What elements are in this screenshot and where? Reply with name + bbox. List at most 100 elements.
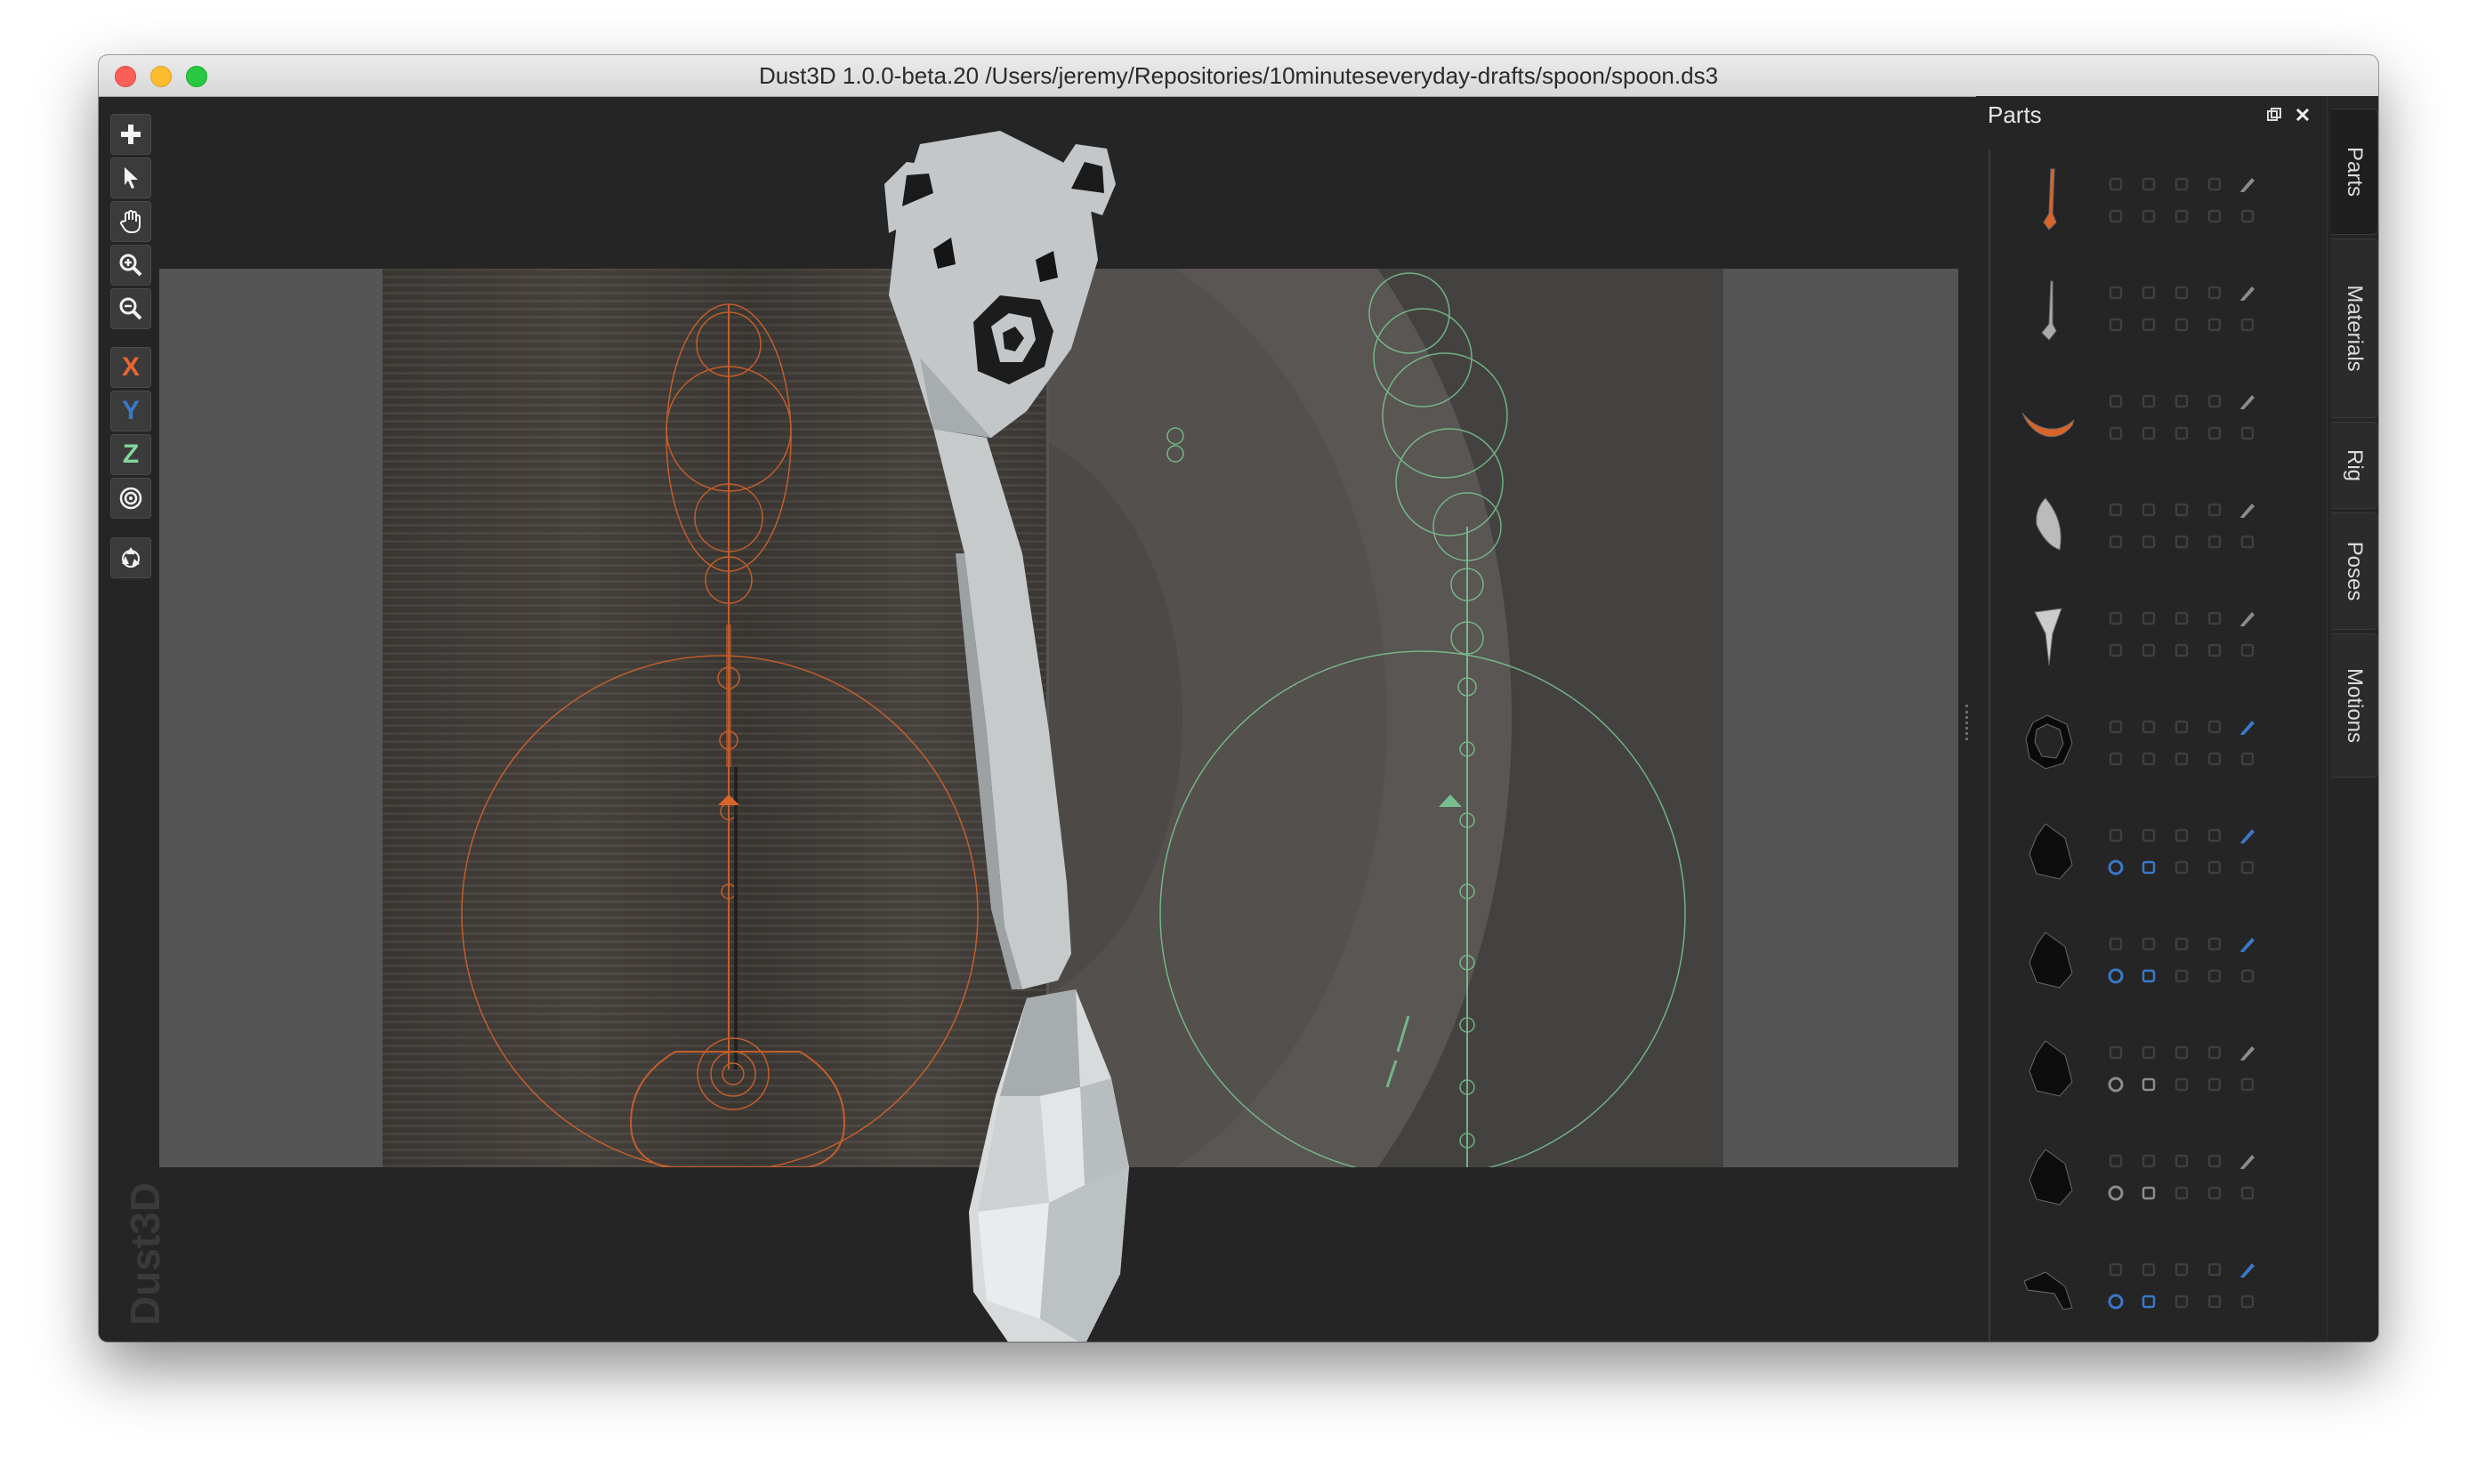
lock-icon[interactable] (2137, 1041, 2160, 1064)
radial-toggle[interactable] (110, 478, 151, 519)
link-icon[interactable] (2170, 1041, 2193, 1064)
xmirror-icon[interactable] (2170, 747, 2193, 770)
color-pen-icon[interactable] (2236, 607, 2259, 630)
rounded-icon[interactable] (2137, 313, 2160, 336)
pan-button[interactable] (110, 201, 151, 242)
lock-icon[interactable] (2137, 715, 2160, 738)
color-pen-icon[interactable] (2236, 498, 2259, 521)
part-thumbnail[interactable] (2010, 1028, 2085, 1103)
visible-icon[interactable] (2104, 281, 2127, 304)
chamfer-icon[interactable] (2203, 1290, 2226, 1313)
xmirror-icon[interactable] (2170, 205, 2193, 228)
visible-icon[interactable] (2104, 173, 2127, 196)
part-row[interactable] (1990, 151, 2320, 244)
part-thumbnail[interactable] (2010, 160, 2085, 235)
link-icon[interactable] (2170, 824, 2193, 847)
mesh-icon[interactable] (2203, 173, 2226, 196)
lock-icon[interactable] (2137, 1149, 2160, 1173)
part-row[interactable] (1990, 1237, 2320, 1329)
xmirror-icon[interactable] (2170, 1182, 2193, 1205)
visible-icon[interactable] (2104, 932, 2127, 956)
link-icon[interactable] (2170, 498, 2193, 521)
lock-icon[interactable] (2137, 824, 2160, 847)
deform-icon[interactable] (2236, 1290, 2259, 1313)
tab-rig[interactable]: Rig (2331, 422, 2378, 509)
color-pen-icon[interactable] (2236, 281, 2259, 304)
deform-icon[interactable] (2236, 1182, 2259, 1205)
rounded-icon[interactable] (2137, 1290, 2160, 1313)
link-icon[interactable] (2170, 173, 2193, 196)
subdivide-icon[interactable] (2104, 1073, 2127, 1096)
part-row[interactable] (1990, 477, 2320, 569)
rounded-icon[interactable] (2137, 1073, 2160, 1096)
regenerate-button[interactable] (110, 537, 151, 578)
rounded-icon[interactable] (2137, 639, 2160, 662)
visible-icon[interactable] (2104, 824, 2127, 847)
xmirror-icon[interactable] (2170, 530, 2193, 553)
subdivide-icon[interactable] (2104, 313, 2127, 336)
y-axis-toggle[interactable]: Y (110, 391, 151, 431)
z-axis-toggle[interactable]: Z (110, 434, 151, 475)
panel-splitter[interactable] (1965, 705, 1973, 740)
select-button[interactable] (110, 157, 151, 198)
mesh-icon[interactable] (2203, 824, 2226, 847)
chamfer-icon[interactable] (2203, 856, 2226, 879)
mesh-icon[interactable] (2203, 607, 2226, 630)
xmirror-icon[interactable] (2170, 639, 2193, 662)
deform-icon[interactable] (2236, 530, 2259, 553)
subdivide-icon[interactable] (2104, 964, 2127, 988)
rounded-icon[interactable] (2137, 422, 2160, 445)
subdivide-icon[interactable] (2104, 747, 2127, 770)
rounded-icon[interactable] (2137, 530, 2160, 553)
rounded-icon[interactable] (2137, 856, 2160, 879)
chamfer-icon[interactable] (2203, 1073, 2226, 1096)
lock-icon[interactable] (2137, 498, 2160, 521)
mesh-icon[interactable] (2203, 390, 2226, 413)
deform-icon[interactable] (2236, 422, 2259, 445)
lock-icon[interactable] (2137, 173, 2160, 196)
rounded-icon[interactable] (2137, 747, 2160, 770)
part-row[interactable] (1990, 260, 2320, 352)
subdivide-icon[interactable] (2104, 205, 2127, 228)
subdivide-icon[interactable] (2104, 422, 2127, 445)
zoom-out-button[interactable] (110, 288, 151, 329)
lock-icon[interactable] (2137, 607, 2160, 630)
color-pen-icon[interactable] (2236, 1041, 2259, 1064)
part-row[interactable] (1990, 368, 2320, 461)
link-icon[interactable] (2170, 1149, 2193, 1173)
mesh-icon[interactable] (2203, 1149, 2226, 1173)
rounded-icon[interactable] (2137, 1182, 2160, 1205)
deform-icon[interactable] (2236, 856, 2259, 879)
part-row[interactable] (1990, 585, 2320, 678)
mesh-icon[interactable] (2203, 281, 2226, 304)
rounded-icon[interactable] (2137, 964, 2160, 988)
mesh-icon[interactable] (2203, 932, 2226, 956)
zoom-in-button[interactable] (110, 245, 151, 286)
subdivide-icon[interactable] (2104, 1182, 2127, 1205)
link-icon[interactable] (2170, 932, 2193, 956)
chamfer-icon[interactable] (2203, 747, 2226, 770)
part-row[interactable] (1990, 911, 2320, 1004)
lock-icon[interactable] (2137, 281, 2160, 304)
xmirror-icon[interactable] (2170, 313, 2193, 336)
visible-icon[interactable] (2104, 607, 2127, 630)
visible-icon[interactable] (2104, 1041, 2127, 1064)
link-icon[interactable] (2170, 715, 2193, 738)
rounded-icon[interactable] (2137, 205, 2160, 228)
part-thumbnail[interactable] (2010, 920, 2085, 995)
chamfer-icon[interactable] (2203, 530, 2226, 553)
float-panel-button[interactable] (2264, 105, 2284, 125)
mesh-icon[interactable] (2203, 1258, 2226, 1281)
part-row[interactable] (1990, 1128, 2320, 1221)
color-pen-icon[interactable] (2236, 173, 2259, 196)
lock-icon[interactable] (2137, 1258, 2160, 1281)
subdivide-icon[interactable] (2104, 856, 2127, 879)
part-row[interactable] (1990, 802, 2320, 895)
modeling-viewport[interactable] (159, 131, 1958, 1342)
link-icon[interactable] (2170, 607, 2193, 630)
part-thumbnail[interactable] (2010, 703, 2085, 778)
color-pen-icon[interactable] (2236, 715, 2259, 738)
xmirror-icon[interactable] (2170, 1290, 2193, 1313)
color-pen-icon[interactable] (2236, 1258, 2259, 1281)
chamfer-icon[interactable] (2203, 422, 2226, 445)
